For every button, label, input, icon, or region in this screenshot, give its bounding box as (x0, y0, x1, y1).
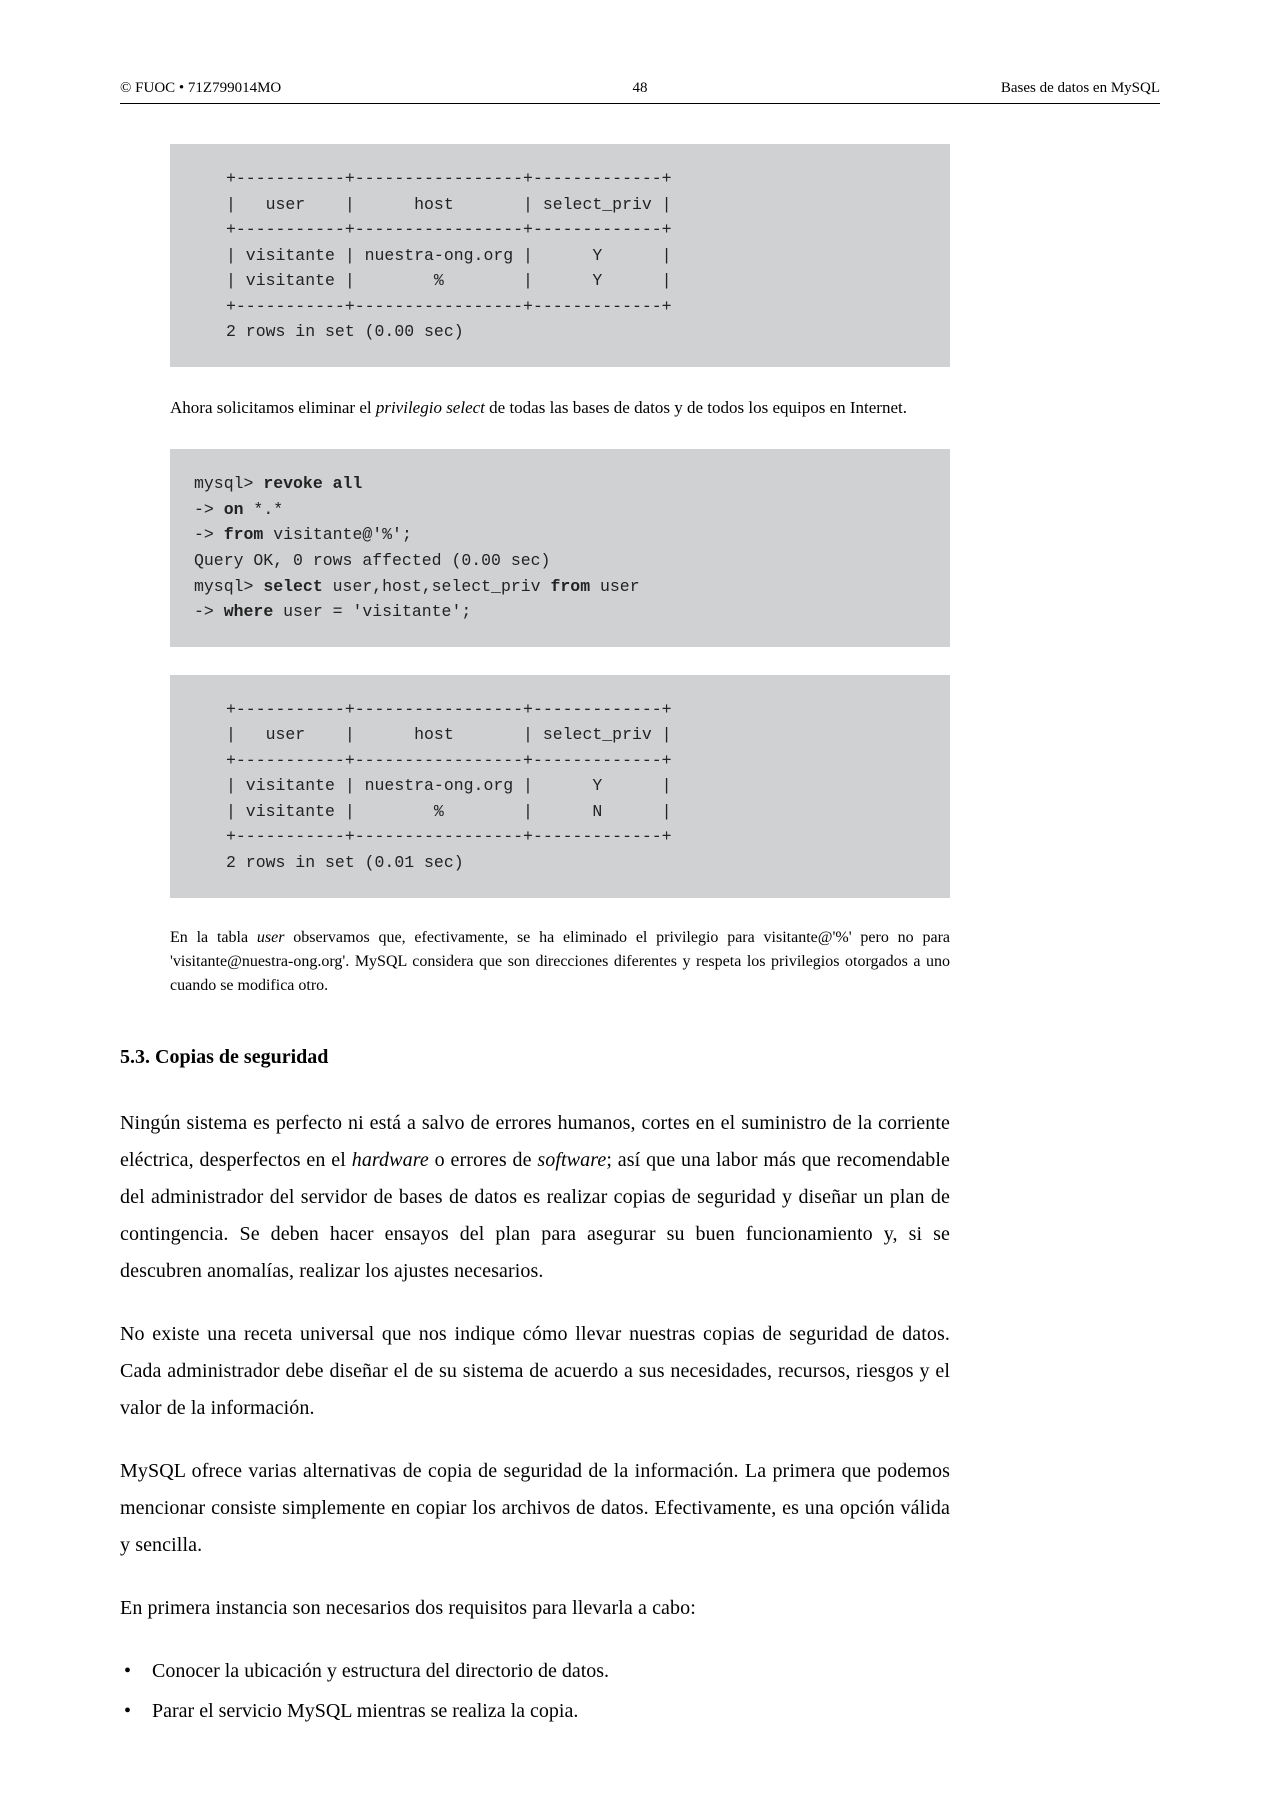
paragraph: No existe una receta universal que nos i… (120, 1316, 950, 1427)
code-line: mysql> select user,host,select_priv from… (194, 577, 640, 596)
bullet-list: Conocer la ubicación y estructura del di… (120, 1653, 950, 1729)
text-italic: hardware (352, 1149, 429, 1171)
code-line: | visitante | % | N | (226, 802, 672, 821)
text: o errores de (429, 1149, 538, 1171)
kw: select (263, 577, 322, 596)
code-line: +-----------+-----------------+---------… (226, 220, 672, 239)
section-heading: 5.3. Copias de seguridad (120, 1046, 950, 1069)
kw: on (224, 500, 244, 519)
code-line: +-----------+-----------------+---------… (226, 700, 672, 719)
code-line: | visitante | % | Y | (226, 271, 672, 290)
kw: from (224, 525, 264, 544)
t: user (590, 577, 640, 596)
paragraph: Ningún sistema es perfecto ni está a sal… (120, 1105, 950, 1290)
t: -> (194, 525, 224, 544)
t: user = 'visitante'; (273, 602, 471, 621)
paragraph: En la tabla user observamos que, efectiv… (170, 926, 950, 998)
kw: revoke all (263, 474, 362, 493)
list-item: Conocer la ubicación y estructura del di… (120, 1653, 950, 1689)
t: visitante@'%'; (263, 525, 412, 544)
page-number: 48 (633, 80, 648, 97)
text: Ahora solicitamos eliminar el (170, 398, 376, 417)
code-line: | visitante | nuestra-ong.org | Y | (226, 246, 672, 265)
code-line: 2 rows in set (0.00 sec) (226, 322, 464, 341)
t: user,host,select_priv (323, 577, 551, 596)
code-line: +-----------+-----------------+---------… (226, 169, 672, 188)
header-left: © FUOC • 71Z799014MO (120, 80, 281, 97)
t: mysql> (194, 474, 263, 493)
code-line: +-----------+-----------------+---------… (226, 827, 672, 846)
text-italic: software (537, 1149, 606, 1171)
code-line: -> where user = 'visitante'; (194, 602, 471, 621)
text-italic: user (257, 929, 285, 946)
full-width-section: 5.3. Copias de seguridad Ningún sistema … (120, 1046, 950, 1729)
paragraph: MySQL ofrece varias alternativas de copi… (120, 1453, 950, 1564)
t: -> (194, 500, 224, 519)
page-header: © FUOC • 71Z799014MO 48 Bases de datos e… (120, 80, 1160, 104)
code-block-3: +-----------+-----------------+---------… (170, 675, 950, 898)
text: observamos que, efectivamente, se ha eli… (170, 929, 950, 994)
code-line: +-----------+-----------------+---------… (226, 751, 672, 770)
text-italic: privilegio select (376, 398, 485, 417)
code-line: Query OK, 0 rows affected (0.00 sec) (194, 551, 550, 570)
code-line: | user | host | select_priv | (226, 195, 672, 214)
paragraph: En primera instancia son necesarios dos … (120, 1590, 950, 1627)
list-item: Parar el servicio MySQL mientras se real… (120, 1693, 950, 1729)
kw: where (224, 602, 274, 621)
code-line: | visitante | nuestra-ong.org | Y | (226, 776, 672, 795)
code-block-1: +-----------+-----------------+---------… (170, 144, 950, 367)
t: -> (194, 602, 224, 621)
code-line: -> from visitante@'%'; (194, 525, 412, 544)
code-line: 2 rows in set (0.01 sec) (226, 853, 464, 872)
kw: from (550, 577, 590, 596)
code-line: -> on *.* (194, 500, 283, 519)
code-line: | user | host | select_priv | (226, 725, 672, 744)
code-line: +-----------+-----------------+---------… (226, 297, 672, 316)
text: En la tabla (170, 929, 257, 946)
code-block-2: mysql> revoke all -> on *.* -> from visi… (170, 449, 950, 646)
t: *.* (244, 500, 284, 519)
paragraph: Ahora solicitamos eliminar el privilegio… (170, 395, 950, 421)
main-content: +-----------+-----------------+---------… (170, 144, 950, 1729)
text: de todas las bases de datos y de todos l… (485, 398, 907, 417)
header-right: Bases de datos en MySQL (1001, 80, 1160, 97)
page: © FUOC • 71Z799014MO 48 Bases de datos e… (0, 0, 1280, 1811)
t: mysql> (194, 577, 263, 596)
code-line: mysql> revoke all (194, 474, 362, 493)
